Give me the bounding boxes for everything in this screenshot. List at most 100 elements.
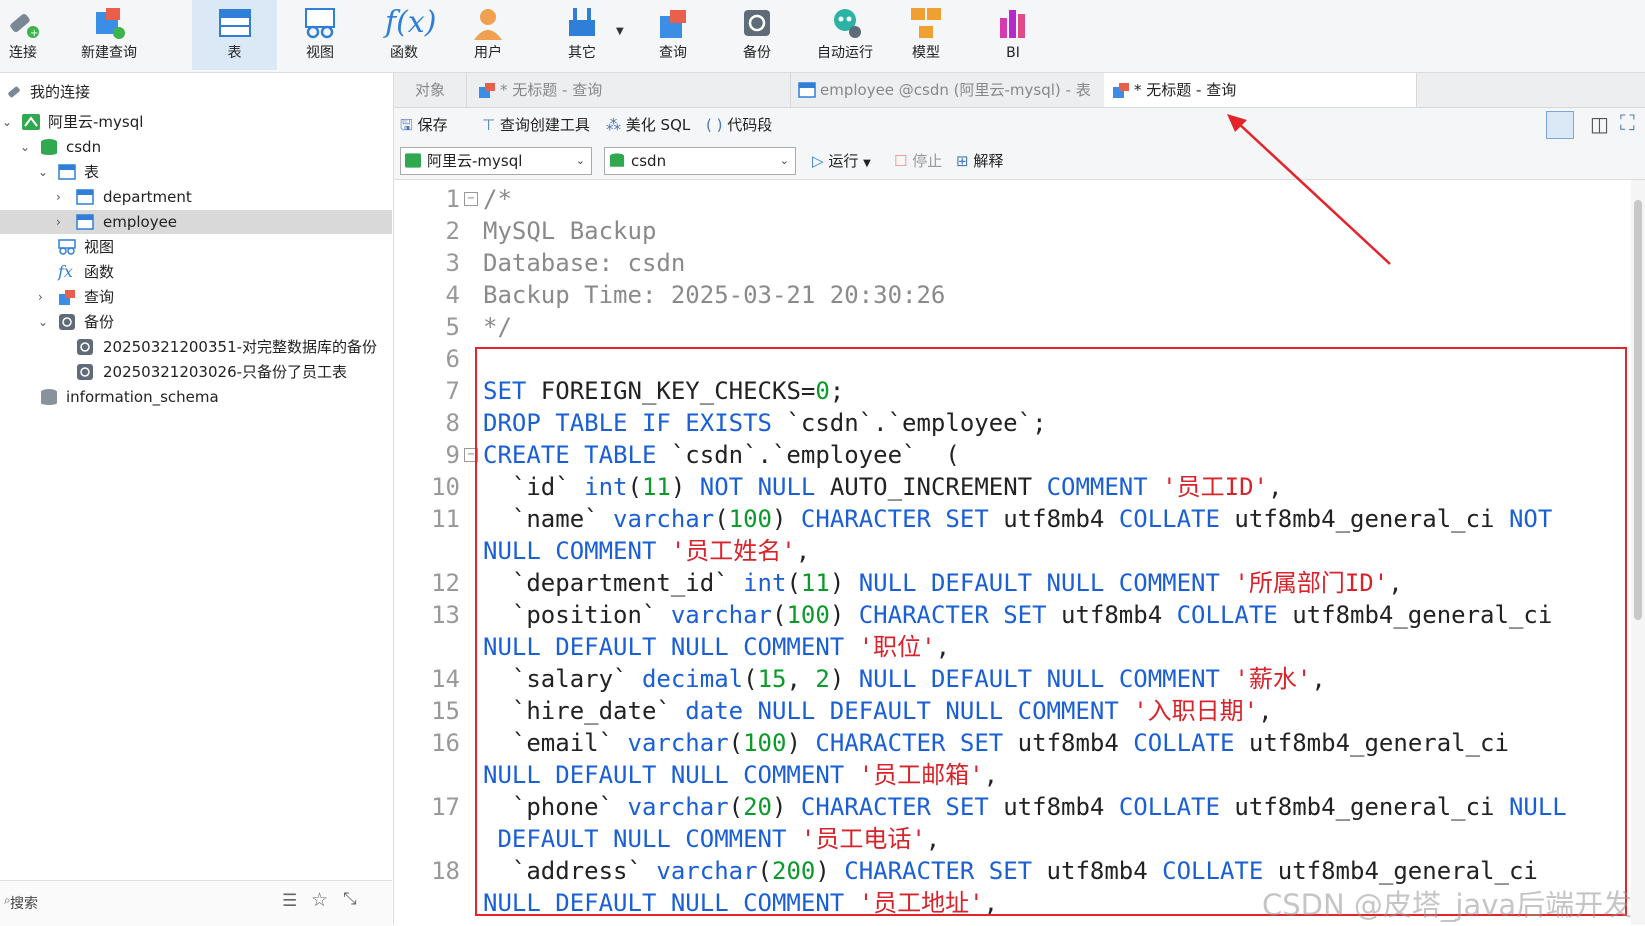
tree-database-information-schema[interactable]: information_schema xyxy=(0,385,392,409)
function-button[interactable]: f(x) 函数 xyxy=(378,0,436,70)
database-icon xyxy=(41,139,57,155)
line-number: 7 xyxy=(445,377,460,405)
tree-backup-item[interactable]: 20250321203026-只备份了员工表 xyxy=(0,360,392,384)
code-line: `name` varchar(100) CHARACTER SET utf8mb… xyxy=(483,505,1553,533)
backup-file-icon xyxy=(77,339,93,355)
database-icon xyxy=(609,153,625,167)
filter-icon[interactable]: ☰ xyxy=(282,891,297,911)
chevron-down-icon: ⌄ xyxy=(575,154,585,167)
line-number: 16 xyxy=(431,729,460,757)
chevron-right-icon[interactable]: › xyxy=(56,210,61,234)
user-icon xyxy=(474,9,502,40)
code-line: `phone` varchar(20) CHARACTER SET utf8mb… xyxy=(483,793,1567,821)
chevron-down-icon: ⌄ xyxy=(779,154,789,167)
chevron-down-icon: ▼ xyxy=(863,158,871,169)
chevron-right-icon[interactable]: › xyxy=(56,185,61,209)
automation-button[interactable]: 自动运行 xyxy=(810,0,880,70)
tools-icon xyxy=(569,8,595,36)
other-button[interactable]: 其它 xyxy=(556,0,608,70)
view-icon xyxy=(58,239,76,255)
navigation-sidebar: 我的连接 ⌄ 阿里云-mysql ⌄ csdn ⌄ 表 › department… xyxy=(0,73,394,925)
query-builder-button[interactable]: ⊤ 查询创建工具 xyxy=(482,114,590,136)
fold-toggle-icon[interactable]: − xyxy=(464,192,478,206)
tree-functions[interactable]: fx 函数 xyxy=(0,260,392,284)
tab-untitled-query-active[interactable]: * 无标题 - 查询 xyxy=(1104,73,1417,107)
sql-editor[interactable]: 1 2 3 4 5 6 7 8 9 10 11 12 13 14 15 16 1… xyxy=(394,180,1634,925)
query-icon xyxy=(660,10,686,38)
model-button[interactable]: 模型 xyxy=(900,0,952,70)
snippet-icon: ( ) xyxy=(706,116,723,134)
code-snippet-button[interactable]: ( ) 代码段 xyxy=(706,114,772,136)
line-number: 10 xyxy=(431,473,460,501)
explain-icon: ⊞ xyxy=(956,152,969,170)
tab-objects[interactable]: 对象 xyxy=(394,73,467,107)
main-toolbar: + 连接 新建查询 表 视图 f(x) 函数 用户 其它 ▼ 查询 备份 自动运… xyxy=(0,0,1645,73)
query-toolbar: 🖫 保存 ⊤ 查询创建工具 ⁂ 美化 SQL ( ) 代码段 ◫ ⛶ xyxy=(394,108,1645,143)
code-line: NULL COMMENT '员工姓名', xyxy=(483,537,811,565)
model-icon xyxy=(911,8,941,38)
code-line: `position` varchar(100) CHARACTER SET ut… xyxy=(483,601,1553,629)
tree-queries[interactable]: › 查询 xyxy=(0,285,392,309)
chevron-right-icon[interactable]: › xyxy=(38,285,43,309)
code-line: `salary` decimal(15, 2) NULL DEFAULT NUL… xyxy=(483,665,1326,693)
tree-table-employee[interactable]: › employee xyxy=(0,210,392,234)
code-line: SET FOREIGN_KEY_CHECKS=0; xyxy=(483,377,845,405)
code-line: /* xyxy=(483,185,512,213)
scrollbar-thumb[interactable] xyxy=(1634,200,1642,620)
sparkle-icon: ⁂ xyxy=(606,116,621,134)
bi-button[interactable]: BI xyxy=(987,0,1039,70)
connection-select[interactable]: 阿里云-mysql ⌄ xyxy=(400,147,592,175)
tree-table-department[interactable]: › department xyxy=(0,185,392,209)
star-icon[interactable]: ☆ xyxy=(311,889,328,911)
tab-employee-table[interactable]: employee @csdn (阿里云-mysql) - 表 xyxy=(790,73,1105,107)
run-button[interactable]: ▷ 运行 ▼ xyxy=(812,150,871,175)
function-icon: fx xyxy=(58,262,73,281)
line-number: 17 xyxy=(431,793,460,821)
tree-backups[interactable]: ⌄ 备份 xyxy=(0,310,392,334)
backup-button[interactable]: 备份 xyxy=(731,0,783,70)
table-icon xyxy=(218,9,251,37)
database-select[interactable]: csdn ⌄ xyxy=(604,147,796,175)
tree-views[interactable]: 视图 xyxy=(0,235,392,259)
tab-untitled-query-1[interactable]: * 无标题 - 查询 xyxy=(466,73,791,107)
bi-icon xyxy=(1000,10,1025,38)
chevron-down-icon[interactable]: ⌄ xyxy=(38,160,48,184)
table-button[interactable]: 表 xyxy=(192,0,277,70)
editor-scrollbar[interactable] xyxy=(1631,180,1645,925)
tree-database-csdn[interactable]: ⌄ csdn xyxy=(0,135,392,159)
stop-button[interactable]: ☐ 停止 xyxy=(894,150,942,172)
query-icon xyxy=(479,83,495,98)
other-dropdown-arrow-icon[interactable]: ▼ xyxy=(616,26,624,37)
tree-backup-item[interactable]: 20250321200351-对完整数据库的备份 xyxy=(0,335,392,359)
beautify-sql-button[interactable]: ⁂ 美化 SQL xyxy=(606,114,690,136)
backup-icon xyxy=(59,314,75,330)
new-query-button[interactable]: 新建查询 xyxy=(76,0,142,70)
collapse-icon[interactable]: ⤡ xyxy=(343,889,357,909)
line-number: 6 xyxy=(445,345,460,373)
chevron-down-icon[interactable]: ⌄ xyxy=(2,110,12,134)
fold-toggle-icon[interactable]: − xyxy=(464,448,478,462)
user-button[interactable]: 用户 xyxy=(462,0,514,70)
search-input[interactable]: 搜索 xyxy=(10,893,38,913)
layout-stacked-icon[interactable] xyxy=(1546,111,1574,139)
chevron-down-icon[interactable]: ⌄ xyxy=(20,135,30,159)
query-button[interactable]: 查询 xyxy=(647,0,699,70)
line-number: 13 xyxy=(431,601,460,629)
line-number: 2 xyxy=(445,217,460,245)
line-number: 5 xyxy=(445,313,460,341)
layout-split-icon[interactable]: ◫ xyxy=(1590,112,1609,136)
code-line: DEFAULT NULL COMMENT '员工电话', xyxy=(497,825,941,853)
connect-button[interactable]: + 连接 xyxy=(0,0,46,70)
fullscreen-icon[interactable]: ⛶ xyxy=(1620,111,1635,136)
line-number: 3 xyxy=(445,249,460,277)
chevron-down-icon[interactable]: ⌄ xyxy=(38,310,48,334)
save-button[interactable]: 🖫 保存 xyxy=(400,114,448,136)
code-line: `hire_date` date NULL DEFAULT NULL COMME… xyxy=(483,697,1273,725)
tree-tables-group[interactable]: ⌄ 表 xyxy=(0,160,392,184)
line-number: 11 xyxy=(431,505,460,533)
backup-icon xyxy=(744,10,770,36)
explain-button[interactable]: ⊞ 解释 xyxy=(956,150,1003,172)
tree-connection-aliyun[interactable]: ⌄ 阿里云-mysql xyxy=(0,110,392,134)
code-line: `id` int(11) NOT NULL AUTO_INCREMENT COM… xyxy=(483,473,1283,501)
view-button[interactable]: 视图 xyxy=(294,0,346,70)
